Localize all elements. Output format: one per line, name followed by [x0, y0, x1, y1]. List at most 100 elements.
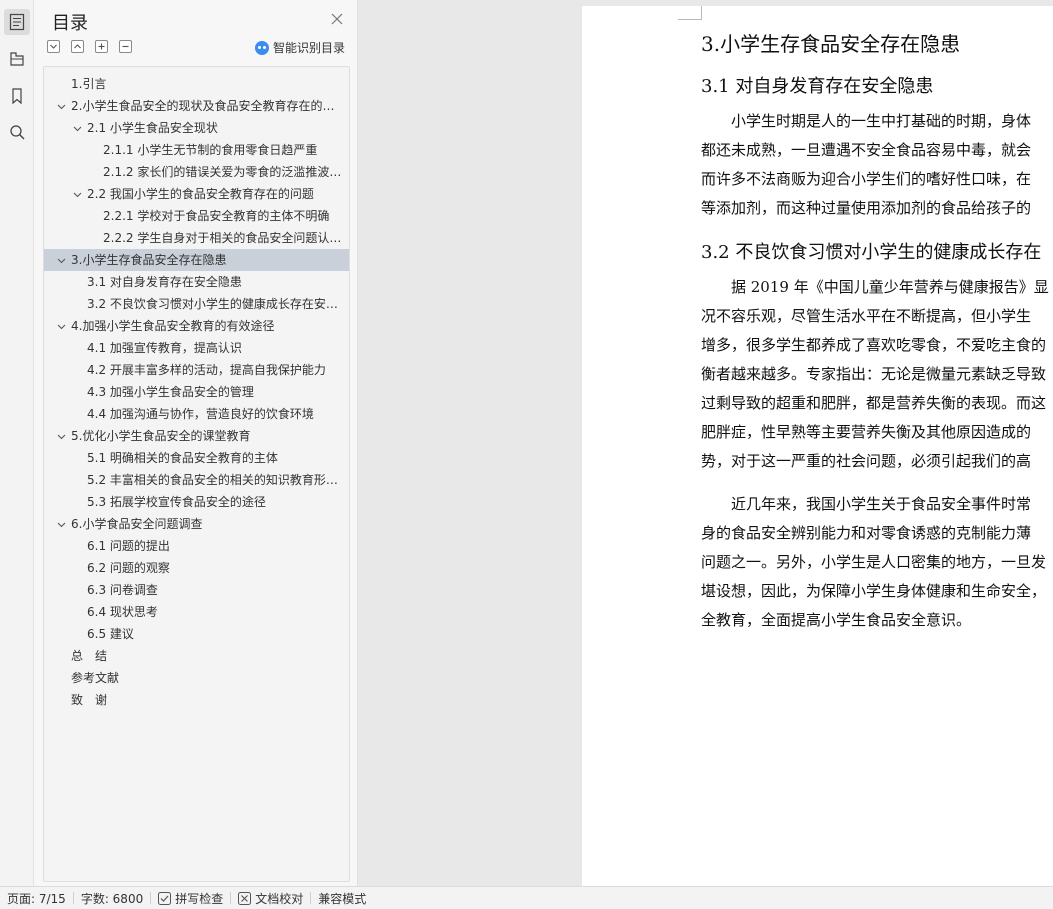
toc-item[interactable]: 4.4 加强沟通与协作，营造良好的饮食环境 — [44, 403, 349, 425]
proofread-icon — [238, 891, 252, 905]
paragraph-line: 全教育，全面提高小学生食品安全意识。 — [701, 611, 972, 629]
paragraph-line: 势，对于这一严重的社会问题，必须引起我们的高 — [701, 452, 1032, 470]
toc-item-label: 2.1.2 家长们的错误关爱为零食的泛滥推波助澜 — [103, 165, 343, 179]
ai-robot-icon — [255, 40, 269, 55]
paragraph-line: 问题之一。另外，小学生是人口密集的地方，一旦发 — [701, 553, 1047, 571]
smart-detect-label: 智能识别目录 — [273, 41, 346, 55]
toc-item-label: 5.优化小学生食品安全的课堂教育 — [71, 429, 251, 443]
toc-item-label: 4.1 加强宣传教育，提高认识 — [87, 341, 242, 355]
checkbox-check-icon — [158, 891, 172, 905]
toc-item-label: 4.4 加强沟通与协作，营造良好的饮食环境 — [87, 407, 314, 421]
toc-item-label: 2.2 我国小学生的食品安全教育存在的问题 — [87, 187, 314, 201]
toc-item[interactable]: 5.3 拓展学校宣传食品安全的途径 — [44, 491, 349, 513]
toc-tree: 1.引言 2.小学生食品安全的现状及食品安全教育存在的问题 2.1 小学生食品安全现… — [43, 66, 350, 882]
toc-item[interactable]: 2.1 小学生食品安全现状 — [44, 117, 349, 139]
toc-item-label: 2.2.2 学生自身对于相关的食品安全问题认识不足 — [103, 231, 343, 245]
toc-item-label: 6.4 现状思考 — [87, 605, 158, 619]
smart-detect-toc-button[interactable]: 智能识别目录 — [255, 39, 345, 56]
toc-item[interactable]: 6.4 现状思考 — [44, 601, 349, 623]
toc-item[interactable]: 5.1 明确相关的食品安全教育的主体 — [44, 447, 349, 469]
toc-item-label: 2.2.1 学校对于食品安全教育的主体不明确 — [103, 209, 330, 223]
toc-item[interactable]: 3.2 不良饮食习惯对小学生的健康成长存在安全隐患 — [44, 293, 349, 315]
toc-item[interactable]: 4.3 加强小学生食品安全的管理 — [44, 381, 349, 403]
toc-item-label: 4.3 加强小学生食品安全的管理 — [87, 385, 254, 399]
toc-item[interactable]: 6.1 问题的提出 — [44, 535, 349, 557]
search-icon[interactable] — [4, 119, 30, 145]
spell-check-button[interactable]: 拼写检查 — [158, 890, 223, 907]
chevron-down-icon[interactable] — [57, 322, 66, 331]
close-icon[interactable] — [330, 12, 344, 26]
toc-list: 1.引言 2.小学生食品安全的现状及食品安全教育存在的问题 2.1 小学生食品安全现… — [44, 73, 349, 711]
toc-item-label: 4.2 开展丰富多样的活动，提高自我保护能力 — [87, 363, 326, 377]
paragraph-line: 近几年来，我国小学生关于食品安全事件时常 — [701, 495, 1032, 513]
toc-item[interactable]: 1.引言 — [44, 73, 349, 95]
paragraph-line: 过剩导致的超重和肥胖，都是营养失衡的表现。而这 — [701, 394, 1047, 412]
status-bar: 页面: 7/15 字数: 6800 拼写检查 文档校对 兼容模式 — [0, 886, 1053, 909]
remove-level-button[interactable] — [119, 40, 132, 53]
paragraph-line: 小学生时期是人的一生中打基础的时期，身体 — [701, 112, 1032, 130]
toc-item-label: 6.小学食品安全问题调查 — [71, 517, 203, 531]
page-indicator[interactable]: 页面: 7/15 — [7, 890, 66, 907]
page-margin-corner — [678, 6, 702, 20]
toc-item[interactable]: 6.5 建议 — [44, 623, 349, 645]
toc-item[interactable]: 2.2.2 学生自身对于相关的食品安全问题认识不足 — [44, 227, 349, 249]
toc-item[interactable]: 参考文献 — [44, 667, 349, 689]
toc-item[interactable]: 6.3 问卷调查 — [44, 579, 349, 601]
toc-item[interactable]: 6.2 问题的观察 — [44, 557, 349, 579]
chevron-down-icon[interactable] — [57, 432, 66, 441]
divider — [72, 892, 74, 904]
toc-item-label: 5.2 丰富相关的食品安全的相关的知识教育形式和内容 — [87, 473, 343, 487]
paragraph-line: 衡者越来越多。专家指出：无论是微量元素缺乏导致 — [701, 365, 1047, 383]
toc-item[interactable]: 4.1 加强宣传教育，提高认识 — [44, 337, 349, 359]
compat-mode-indicator[interactable]: 兼容模式 — [318, 890, 366, 907]
expand-all-button[interactable] — [71, 40, 84, 53]
add-level-button[interactable] — [95, 40, 108, 53]
chevron-down-icon[interactable] — [73, 190, 82, 199]
toc-item-label: 6.2 问题的观察 — [87, 561, 170, 575]
subsection-heading-3-1: 3.1 对自身发育存在安全隐患 — [701, 76, 934, 97]
outline-icon[interactable] — [4, 46, 30, 72]
divider — [150, 892, 152, 904]
toc-item-label: 5.3 拓展学校宣传食品安全的途径 — [87, 495, 266, 509]
document-page[interactable]: 3.小学生存食品安全存在隐患 3.1 对自身发育存在安全隐患 小学生时期是人的一… — [582, 6, 1053, 886]
collapse-all-button[interactable] — [47, 40, 60, 53]
toc-item[interactable]: 3.小学生存食品安全存在隐患 — [44, 249, 349, 271]
toc-icon[interactable] — [4, 9, 30, 35]
toc-item[interactable]: 5.优化小学生食品安全的课堂教育 — [44, 425, 349, 447]
toc-item[interactable]: 5.2 丰富相关的食品安全的相关的知识教育形式和内容 — [44, 469, 349, 491]
toc-item[interactable]: 2.1.1 小学生无节制的食用零食日趋严重 — [44, 139, 349, 161]
minus-icon — [122, 45, 129, 48]
toc-item[interactable]: 4.加强小学生食品安全教育的有效途径 — [44, 315, 349, 337]
paragraph-line: 增多，很多学生都养成了喜欢吃零食，不爱吃主食的 — [701, 336, 1047, 354]
chevron-down-icon[interactable] — [57, 520, 66, 529]
chevron-down-icon[interactable] — [57, 102, 66, 111]
paragraph-line: 况不容乐观，尽管生活水平在不断提高，但小学生 — [701, 307, 1032, 325]
word-count[interactable]: 字数: 6800 — [81, 890, 143, 907]
toc-item[interactable]: 致 谢 — [44, 689, 349, 711]
toc-item-label: 2.小学生食品安全的现状及食品安全教育存在的问题 — [71, 99, 343, 113]
paragraph-line: 等添加剂，而这种过量使用添加剂的食品给孩子的 — [701, 199, 1032, 217]
toc-item[interactable]: 3.1 对自身发育存在安全隐患 — [44, 271, 349, 293]
toc-item-label: 致 谢 — [71, 693, 108, 707]
toc-item[interactable]: 2.1.2 家长们的错误关爱为零食的泛滥推波助澜 — [44, 161, 349, 183]
bookmark-icon[interactable] — [4, 83, 30, 109]
chevron-down-icon[interactable] — [57, 256, 66, 265]
divider — [310, 892, 312, 904]
toc-item[interactable]: 2.2.1 学校对于食品安全教育的主体不明确 — [44, 205, 349, 227]
toc-item[interactable]: 2.小学生食品安全的现状及食品安全教育存在的问题 — [44, 95, 349, 117]
toc-item-label: 2.1.1 小学生无节制的食用零食日趋严重 — [103, 143, 318, 157]
toc-item-label: 3.小学生存食品安全存在隐患 — [71, 253, 227, 267]
toc-item-label: 1.引言 — [71, 77, 107, 91]
toc-item-label: 6.1 问题的提出 — [87, 539, 170, 553]
proofread-button[interactable]: 文档校对 — [238, 890, 303, 907]
toc-item[interactable]: 6.小学食品安全问题调查 — [44, 513, 349, 535]
toc-item-label: 4.加强小学生食品安全教育的有效途径 — [71, 319, 275, 333]
side-rail — [0, 0, 34, 886]
paragraph-line: 堪设想，因此，为保障小学生身体健康和生命安全， — [701, 582, 1047, 600]
toc-item-label: 6.5 建议 — [87, 627, 134, 641]
toc-item[interactable]: 4.2 开展丰富多样的活动，提高自我保护能力 — [44, 359, 349, 381]
paragraph-line: 肥胖症，性早熟等主要营养失衡及其他原因造成的 — [701, 423, 1032, 441]
toc-item[interactable]: 2.2 我国小学生的食品安全教育存在的问题 — [44, 183, 349, 205]
toc-item[interactable]: 总 结 — [44, 645, 349, 667]
chevron-down-icon[interactable] — [73, 124, 82, 133]
